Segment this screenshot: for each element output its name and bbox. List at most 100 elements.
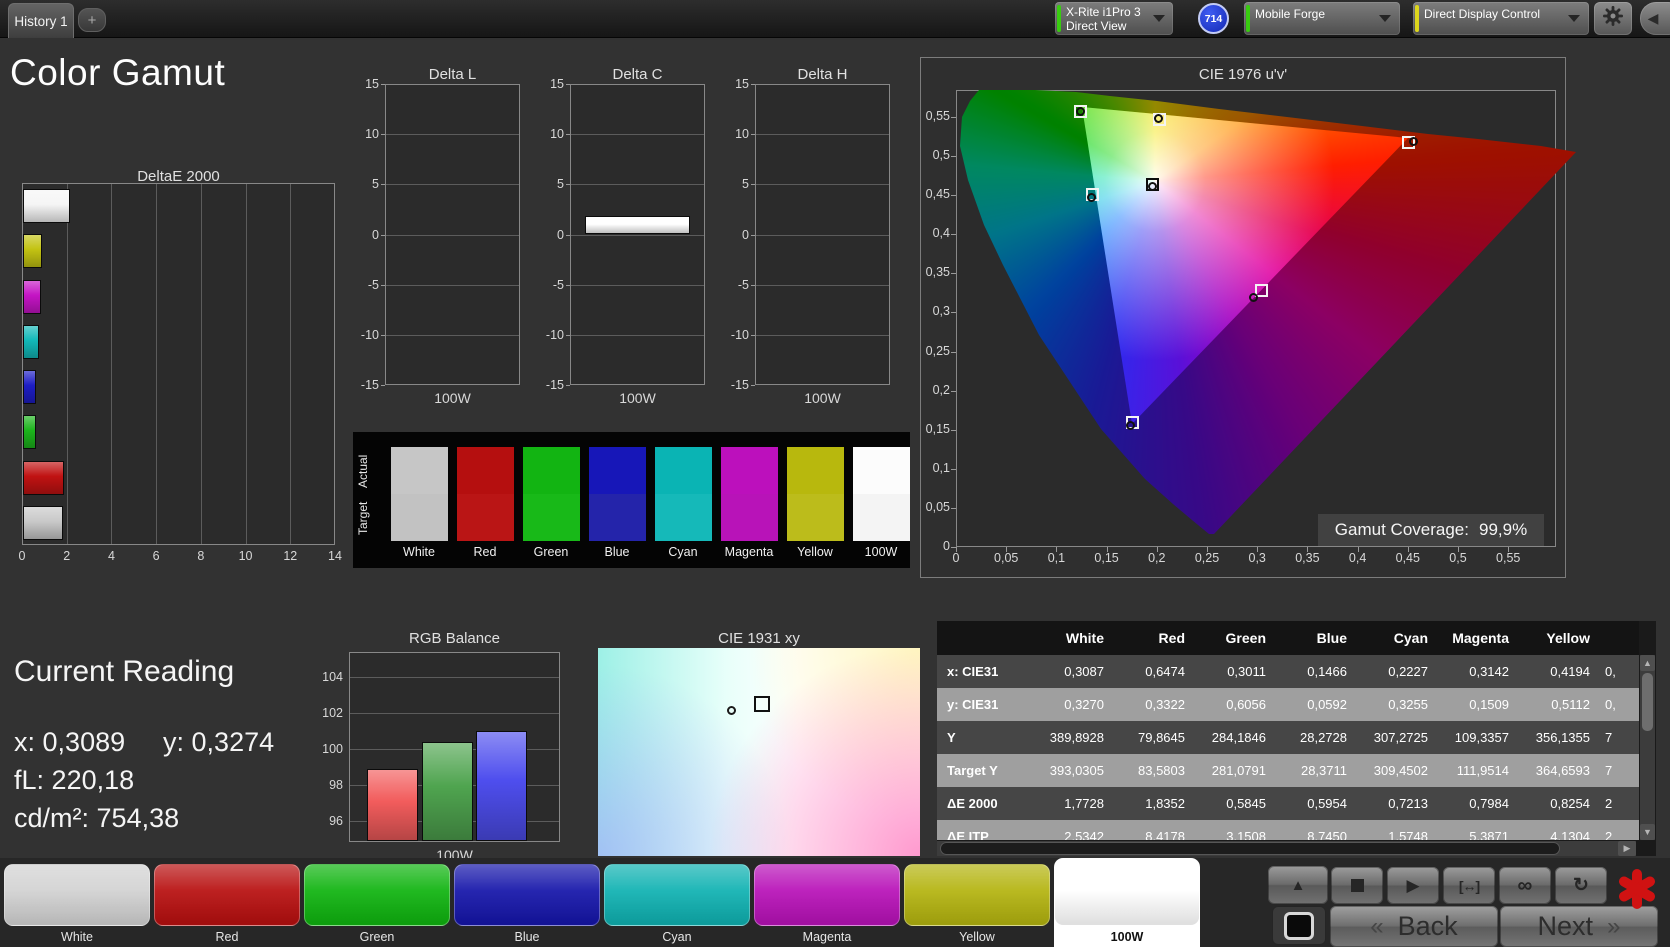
delta-x-label: 100W bbox=[804, 390, 841, 406]
table-cell: 28,2728 bbox=[1300, 730, 1347, 745]
table-cell: 1,5748 bbox=[1388, 829, 1428, 840]
vscroll-thumb[interactable] bbox=[1642, 673, 1653, 731]
refresh-button[interactable]: ↻ bbox=[1555, 867, 1607, 904]
table-cell: 0,1509 bbox=[1469, 697, 1509, 712]
swatch-strip: Actual Target White Red Green Blue Cyan Magenta… bbox=[353, 432, 910, 568]
target-row-label: Target bbox=[356, 501, 370, 535]
axis-tick-label: 15 bbox=[735, 77, 749, 91]
settings-button[interactable] bbox=[1594, 2, 1632, 35]
meter-dropdown[interactable]: X-Rite i1Pro 3 Direct View bbox=[1055, 2, 1173, 35]
axis-tick bbox=[951, 429, 956, 431]
pattern-button-green[interactable]: Green bbox=[304, 858, 450, 947]
axis-tick bbox=[951, 195, 956, 197]
axis-tick bbox=[751, 284, 755, 286]
deltae-bar-red bbox=[23, 460, 65, 495]
refresh-icon: ↻ bbox=[1573, 875, 1589, 896]
axis-tick-label: 0 bbox=[742, 227, 749, 242]
scroll-right-button[interactable]: ▶ bbox=[1618, 841, 1636, 856]
pattern-scroll-up-button[interactable]: ▲ bbox=[1268, 866, 1328, 904]
pattern-button-red[interactable]: Red bbox=[154, 858, 300, 947]
gridline bbox=[571, 234, 704, 236]
table-row: ΔE ITP 2,5342 8,4178 3,1508 8,7450 1,5748 5,38… bbox=[937, 820, 1639, 840]
current-reading-title: Current Reading bbox=[14, 655, 235, 688]
swatch-label: Green bbox=[533, 545, 569, 559]
gridline bbox=[756, 134, 889, 136]
axis-tick bbox=[1056, 547, 1058, 552]
table-cell: 0,4194 bbox=[1550, 664, 1590, 679]
axis-tick-label: 14 bbox=[328, 549, 342, 563]
pattern-button-blue[interactable]: Blue bbox=[454, 858, 600, 947]
axis-tick-label: 0,05 bbox=[994, 551, 1019, 565]
cie1931-actual-point bbox=[726, 706, 736, 716]
table-cell: 3,1508 bbox=[1226, 829, 1266, 840]
column-header: Yellow bbox=[1546, 630, 1590, 646]
table-cell: 364,6593 bbox=[1535, 763, 1590, 778]
history-tab[interactable]: History 1 bbox=[8, 3, 74, 38]
axis-tick-label: -5 bbox=[737, 277, 749, 292]
table-cell-clipped: 7 bbox=[1605, 763, 1613, 778]
axis-tick bbox=[566, 84, 570, 85]
pattern-window-button[interactable] bbox=[1272, 906, 1326, 945]
table-cell: 109,3357 bbox=[1454, 730, 1509, 745]
pattern-button-white[interactable]: White bbox=[4, 858, 150, 947]
column-header: Green bbox=[1225, 630, 1266, 646]
axis-tick-label: 0,4 bbox=[1348, 551, 1367, 565]
gridline bbox=[350, 677, 559, 678]
table-cell: 393,0305 bbox=[1049, 763, 1104, 778]
single-measure-button[interactable]: [↔] bbox=[1443, 867, 1495, 904]
gridline bbox=[386, 134, 519, 136]
collapse-panel-button[interactable]: ◀ bbox=[1640, 2, 1670, 35]
table-cell: 111,9514 bbox=[1456, 763, 1509, 778]
pattern-window-icon bbox=[1284, 911, 1314, 940]
table-cell: 389,8928 bbox=[1049, 730, 1104, 745]
table-cell: 0,3255 bbox=[1388, 697, 1428, 712]
delta-chart-title: Delta L bbox=[428, 66, 477, 83]
table-cell-clipped: 7 bbox=[1605, 730, 1613, 745]
gridline bbox=[571, 284, 704, 286]
axis-tick-label: 96 bbox=[329, 814, 343, 828]
axis-tick-label: 5 bbox=[557, 177, 564, 192]
scroll-up-button[interactable]: ▲ bbox=[1640, 655, 1655, 671]
axis-tick-label: 4 bbox=[107, 549, 115, 563]
axis-tick bbox=[751, 84, 755, 85]
table-cell: 0,5954 bbox=[1307, 796, 1347, 811]
axis-tick-label: 2 bbox=[63, 549, 71, 563]
pattern-button-magenta[interactable]: Magenta bbox=[754, 858, 900, 947]
axis-tick-label: 10 bbox=[550, 127, 564, 142]
reading-fl: fL: 220,18 bbox=[14, 765, 135, 795]
next-button[interactable]: Next » bbox=[1500, 906, 1658, 947]
axis-tick bbox=[1407, 547, 1409, 552]
table-cell: 0,5112 bbox=[1551, 697, 1590, 712]
continuous-measure-button[interactable]: ∞ bbox=[1499, 867, 1551, 904]
stop-button[interactable] bbox=[1331, 867, 1383, 904]
play-button[interactable]: ▶ bbox=[1387, 867, 1439, 904]
table-row: y: CIE31 0,3270 0,3322 0,6056 0,0592 0,3255 0,… bbox=[937, 688, 1639, 721]
table-cell-clipped: 2 bbox=[1605, 796, 1613, 811]
axis-tick bbox=[381, 385, 385, 386]
pattern-label: Yellow bbox=[959, 930, 995, 944]
history-tab-label: History 1 bbox=[14, 13, 68, 29]
table-cell: 0,0592 bbox=[1307, 697, 1347, 712]
gridline bbox=[386, 284, 519, 286]
scroll-down-button[interactable]: ▼ bbox=[1640, 824, 1655, 840]
display-control-dropdown[interactable]: Direct Display Control bbox=[1413, 2, 1589, 35]
add-tab-button[interactable]: + bbox=[78, 8, 106, 32]
axis-tick bbox=[381, 84, 385, 85]
pattern-button-100w[interactable]: 100W bbox=[1054, 858, 1200, 947]
source-dropdown[interactable]: Mobile Forge bbox=[1244, 2, 1400, 35]
row-label: Y bbox=[947, 730, 956, 745]
gridline bbox=[245, 184, 247, 544]
table-cell: 284,1846 bbox=[1211, 730, 1266, 745]
axis-tick bbox=[566, 385, 570, 386]
table-cell: 28,3711 bbox=[1300, 763, 1347, 778]
swatch-label: White bbox=[403, 545, 435, 559]
hscroll-thumb[interactable] bbox=[940, 842, 1560, 855]
pattern-button-cyan[interactable]: Cyan bbox=[604, 858, 750, 947]
row-label: ΔE ITP bbox=[947, 829, 989, 840]
pattern-button-yellow[interactable]: Yellow bbox=[904, 858, 1050, 947]
gridline bbox=[290, 184, 292, 544]
axis-tick bbox=[1357, 547, 1359, 552]
axis-tick-label: -15 bbox=[730, 378, 749, 392]
table-cell: 307,2725 bbox=[1373, 730, 1428, 745]
back-button[interactable]: « Back bbox=[1330, 906, 1498, 947]
